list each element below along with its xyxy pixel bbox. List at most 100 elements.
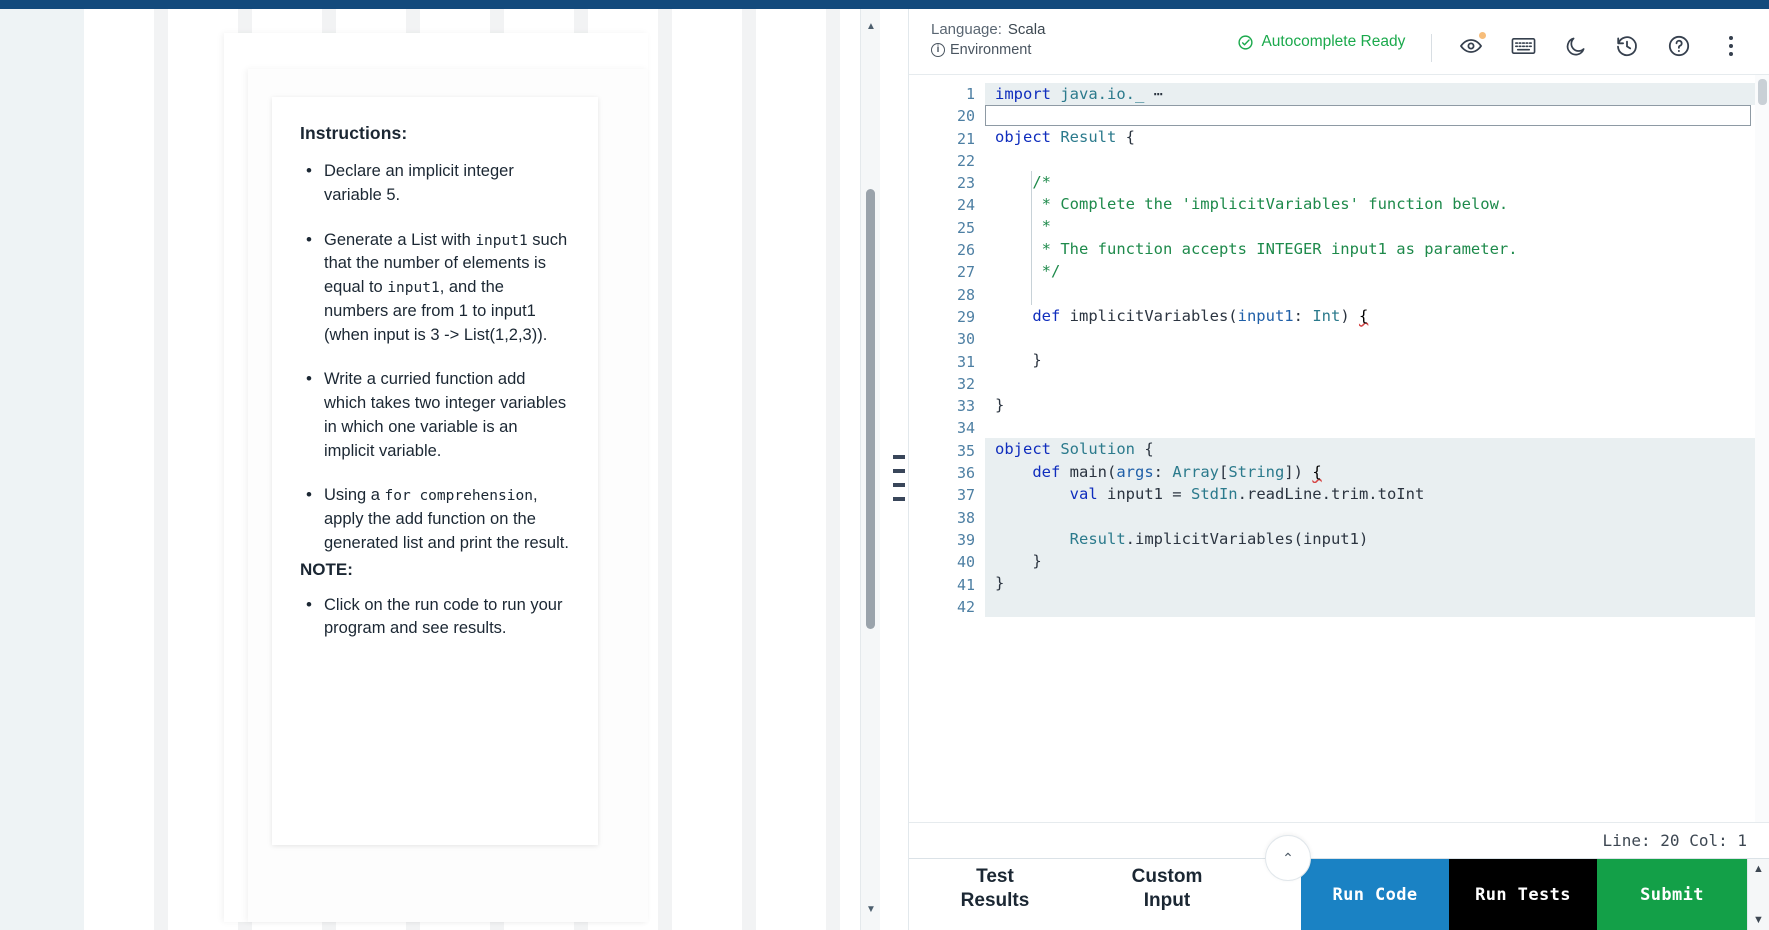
code-editor[interactable]: 1› 20 21 22 23 24 25 26 27 28 29 30 31 32 33 34 35⌄ 36 37 3… bbox=[909, 75, 1769, 822]
language-row[interactable]: Language: Scala bbox=[931, 21, 1045, 38]
code-line[interactable] bbox=[985, 105, 1751, 127]
code-token: object bbox=[995, 440, 1051, 459]
eye-icon[interactable] bbox=[1458, 32, 1487, 59]
line-number-gutter: 1› 20 21 22 23 24 25 26 27 28 29 30 31 32 33 34 35⌄ 36 37 3… bbox=[909, 75, 995, 822]
code-token: } bbox=[995, 574, 1005, 593]
language-value: Scala bbox=[1007, 21, 1046, 38]
code-line[interactable]: * The function accepts INTEGER input1 as… bbox=[985, 237, 1769, 261]
indent-guide bbox=[1031, 215, 1032, 238]
code-token: : bbox=[1293, 306, 1313, 325]
code-line[interactable]: Result.implicitVariables(input1) bbox=[985, 527, 1769, 550]
history-icon[interactable] bbox=[1614, 33, 1640, 59]
code-line[interactable]: /* bbox=[985, 170, 1769, 194]
code-line[interactable]: object Result { bbox=[985, 126, 1769, 148]
code-line[interactable] bbox=[985, 372, 1769, 394]
editor-vertical-scrollbar[interactable] bbox=[1755, 75, 1769, 822]
code-token: ⋯ bbox=[1153, 85, 1163, 103]
inline-code: for comprehension bbox=[384, 488, 533, 505]
code-line[interactable] bbox=[985, 282, 1769, 305]
scrollbar-thumb[interactable] bbox=[866, 189, 875, 629]
code-token: { bbox=[1116, 128, 1136, 147]
scroll-up-icon[interactable]: ▲ bbox=[861, 15, 880, 37]
problem-pane-scrollbar[interactable]: ▲ ▼ bbox=[860, 9, 880, 930]
notification-dot bbox=[1479, 32, 1487, 39]
info-icon: i bbox=[931, 43, 945, 57]
code-token: object bbox=[995, 128, 1051, 147]
code-line[interactable]: def main(args: Array[String]) { bbox=[985, 460, 1769, 484]
code-line[interactable]: val input1 = StdIn.readLine.trim.toInt bbox=[985, 483, 1769, 506]
code-token: : bbox=[1153, 462, 1173, 481]
instructions-title: Instructions: bbox=[300, 123, 408, 143]
inline-code: input1 bbox=[387, 280, 440, 296]
bullet-text: Write a curried function add which takes… bbox=[324, 370, 567, 460]
keyboard-icon[interactable] bbox=[1510, 33, 1536, 59]
code-line[interactable] bbox=[985, 505, 1769, 528]
code-token: def bbox=[1032, 462, 1061, 481]
indent-guide bbox=[1031, 237, 1032, 261]
code-line[interactable] bbox=[985, 149, 1769, 171]
line-number: 35⌄ bbox=[909, 440, 995, 462]
code-line[interactable]: } bbox=[985, 572, 1769, 595]
kebab-menu-icon[interactable] bbox=[1718, 33, 1744, 59]
line-number: 42 bbox=[956, 597, 975, 616]
language-label: Language: bbox=[931, 21, 1002, 38]
code-token: } bbox=[995, 395, 1005, 414]
instruction-item: Declare an implicit integer variable 5. bbox=[300, 159, 570, 208]
line-number: 20 bbox=[956, 107, 975, 126]
editor-bottom-bar: Test Results Custom Input ⌃ Run Code Run… bbox=[909, 835, 1769, 930]
scroll-up-icon[interactable]: ▲ bbox=[1753, 863, 1764, 875]
code-token: { bbox=[1135, 440, 1154, 459]
code-token: Result bbox=[1069, 529, 1126, 548]
code-line[interactable]: } bbox=[985, 349, 1769, 371]
line-number: 39 bbox=[956, 530, 975, 549]
code-line[interactable]: object Solution { bbox=[985, 438, 1769, 461]
pane-resize-handle[interactable] bbox=[893, 455, 905, 501]
code-token: } bbox=[995, 551, 1042, 570]
code-token: String bbox=[1228, 462, 1285, 481]
collapse-panel-button[interactable]: ⌃ bbox=[1265, 835, 1311, 881]
moon-icon[interactable] bbox=[1562, 33, 1588, 59]
code-token: implicitVariables( bbox=[1060, 306, 1238, 325]
handle-dot bbox=[901, 483, 905, 487]
code-token: Solution bbox=[1060, 440, 1135, 459]
code-line[interactable]: * Complete the 'implicitVariables' funct… bbox=[985, 193, 1769, 216]
note-list: Click on the run code to run your progra… bbox=[300, 593, 570, 642]
code-token: ]) bbox=[1284, 462, 1313, 481]
custom-input-tab-line1: Custom bbox=[1131, 866, 1203, 887]
help-icon[interactable] bbox=[1666, 33, 1692, 59]
editor-header: Language: Scala i Environment Autocomplet… bbox=[909, 9, 1769, 75]
code-line[interactable] bbox=[985, 326, 1769, 349]
code-line[interactable] bbox=[985, 594, 1769, 617]
submit-button[interactable]: Submit bbox=[1597, 859, 1747, 930]
code-line[interactable]: def implicitVariables(input1: Int) { bbox=[985, 305, 1769, 327]
code-line[interactable]: */ bbox=[985, 260, 1769, 283]
instructions-card: Instructions: Declare an implicit intege… bbox=[272, 97, 598, 845]
code-line[interactable]: import java.io._ ⋯ bbox=[985, 83, 1769, 106]
editor-scrollbar-thumb[interactable] bbox=[1758, 79, 1767, 105]
code-line[interactable]: * bbox=[985, 215, 1769, 238]
run-tests-button[interactable]: Run Tests bbox=[1449, 859, 1597, 930]
code-content[interactable]: import java.io._ ⋯ object Result { /* * C… bbox=[985, 75, 1769, 822]
code-line[interactable]: } bbox=[985, 549, 1769, 573]
code-token: * bbox=[995, 217, 1051, 236]
custom-input-tab[interactable]: Custom Input bbox=[1081, 859, 1253, 930]
scroll-down-icon[interactable]: ▼ bbox=[1753, 914, 1764, 926]
code-line[interactable]: } bbox=[985, 394, 1769, 416]
run-code-button[interactable]: Run Code bbox=[1301, 859, 1449, 930]
line-number: 27 bbox=[956, 263, 975, 282]
environment-label: Environment bbox=[950, 42, 1032, 58]
indent-guide bbox=[1031, 282, 1032, 305]
environment-row[interactable]: i Environment bbox=[931, 42, 1045, 58]
test-results-tab-line1: Test bbox=[976, 866, 1014, 887]
autocomplete-status-label: Autocomplete Ready bbox=[1261, 33, 1406, 50]
bottom-scrollbar[interactable]: ▲ ▼ bbox=[1747, 859, 1769, 930]
scroll-down-icon[interactable]: ▼ bbox=[861, 898, 880, 920]
test-results-tab[interactable]: Test Results bbox=[909, 859, 1081, 930]
code-line[interactable] bbox=[985, 416, 1769, 438]
code-token: ) bbox=[1340, 306, 1359, 325]
